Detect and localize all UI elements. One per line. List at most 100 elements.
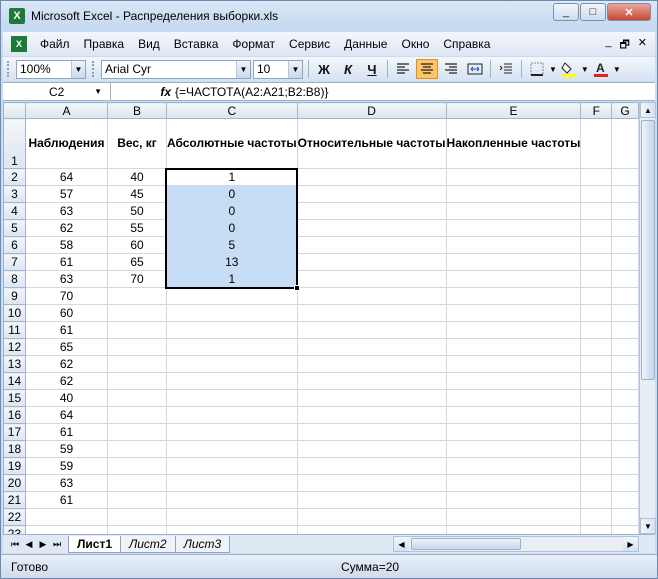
row-header[interactable]: 22 bbox=[3, 508, 26, 526]
cell[interactable] bbox=[296, 253, 447, 271]
cell-c[interactable] bbox=[165, 457, 298, 475]
row-header[interactable]: 12 bbox=[3, 338, 26, 356]
cell[interactable] bbox=[580, 355, 613, 373]
horizontal-scrollbar[interactable]: ◀ ▶ bbox=[393, 536, 639, 552]
cell[interactable] bbox=[445, 287, 582, 305]
cell-b[interactable]: 60 bbox=[107, 236, 167, 254]
cell-a[interactable]: 60 bbox=[24, 304, 109, 322]
borders-button[interactable] bbox=[526, 59, 548, 79]
cell-b[interactable] bbox=[107, 457, 167, 475]
cell-b[interactable] bbox=[107, 423, 167, 441]
cell-c[interactable] bbox=[165, 406, 298, 424]
title-bar[interactable]: X Microsoft Excel - Распределения выборк… bbox=[1, 1, 657, 31]
cell-a[interactable]: 64 bbox=[24, 168, 109, 186]
cell-b[interactable] bbox=[107, 474, 167, 492]
cell[interactable] bbox=[296, 321, 447, 339]
cell-b[interactable]: 50 bbox=[107, 202, 167, 220]
cell[interactable] bbox=[296, 304, 447, 322]
cell-b[interactable] bbox=[107, 321, 167, 339]
name-box[interactable]: C2 ▼ bbox=[3, 83, 111, 100]
cell[interactable] bbox=[296, 168, 447, 186]
cell[interactable] bbox=[445, 508, 582, 526]
cell[interactable] bbox=[611, 253, 639, 271]
chevron-down-icon[interactable]: ▼ bbox=[581, 65, 589, 74]
workbook-icon[interactable]: X bbox=[11, 36, 27, 52]
cell-a[interactable]: 61 bbox=[24, 423, 109, 441]
cell[interactable] bbox=[580, 304, 613, 322]
decrease-indent-button[interactable] bbox=[495, 59, 517, 79]
cell[interactable] bbox=[580, 168, 613, 186]
cell[interactable] bbox=[445, 219, 582, 237]
cell[interactable] bbox=[445, 406, 582, 424]
cell-a[interactable]: 59 bbox=[24, 440, 109, 458]
cell-a[interactable]: 59 bbox=[24, 457, 109, 475]
cell[interactable] bbox=[445, 338, 582, 356]
cell-c[interactable] bbox=[165, 474, 298, 492]
cell-a[interactable] bbox=[24, 508, 109, 526]
doc-minimize-button[interactable]: _ bbox=[605, 36, 611, 55]
cell-c[interactable] bbox=[165, 525, 298, 534]
next-sheet-button[interactable]: ▶ bbox=[37, 539, 49, 550]
font-name-select[interactable]: Arial Cyr ▼ bbox=[101, 59, 251, 79]
cell[interactable] bbox=[611, 338, 639, 356]
minimize-button[interactable]: _ bbox=[553, 3, 579, 21]
cell-a[interactable]: 65 bbox=[24, 338, 109, 356]
scroll-up-button[interactable]: ▲ bbox=[640, 102, 656, 118]
cell-c[interactable] bbox=[165, 389, 298, 407]
cell[interactable] bbox=[580, 321, 613, 339]
cell[interactable] bbox=[611, 118, 639, 169]
insert-function-icon[interactable]: fx bbox=[111, 85, 175, 99]
cell-c[interactable] bbox=[165, 491, 298, 509]
column-header-c[interactable]: C bbox=[165, 102, 298, 119]
tab-sheet3[interactable]: Лист3 bbox=[174, 535, 231, 553]
row-header[interactable]: 19 bbox=[3, 457, 26, 475]
row-header[interactable]: 18 bbox=[3, 440, 26, 458]
prev-sheet-button[interactable]: ◀ bbox=[23, 539, 35, 550]
cell[interactable] bbox=[445, 321, 582, 339]
merge-center-button[interactable] bbox=[464, 59, 486, 79]
cell[interactable] bbox=[445, 270, 582, 288]
cell[interactable] bbox=[611, 236, 639, 254]
cell[interactable] bbox=[445, 423, 582, 441]
cell-b[interactable] bbox=[107, 287, 167, 305]
cell[interactable] bbox=[611, 491, 639, 509]
cell[interactable] bbox=[580, 440, 613, 458]
cell[interactable] bbox=[296, 508, 447, 526]
cell[interactable] bbox=[445, 355, 582, 373]
cell[interactable] bbox=[296, 406, 447, 424]
cell-c[interactable] bbox=[165, 338, 298, 356]
row-header[interactable]: 21 bbox=[3, 491, 26, 509]
cell-a[interactable]: 64 bbox=[24, 406, 109, 424]
cell[interactable] bbox=[611, 287, 639, 305]
row-header[interactable]: 13 bbox=[3, 355, 26, 373]
close-button[interactable]: ✕ bbox=[607, 3, 651, 21]
font-color-button[interactable]: A bbox=[590, 59, 612, 79]
menu-help[interactable]: Справка bbox=[436, 37, 497, 51]
column-header-d[interactable]: D bbox=[296, 102, 447, 119]
cell[interactable] bbox=[296, 389, 447, 407]
cell[interactable] bbox=[445, 185, 582, 203]
menu-tools[interactable]: Сервис bbox=[282, 37, 337, 51]
cell[interactable] bbox=[296, 474, 447, 492]
row-header[interactable]: 20 bbox=[3, 474, 26, 492]
cell[interactable] bbox=[580, 423, 613, 441]
cell-b[interactable] bbox=[107, 440, 167, 458]
cell-a[interactable]: 70 bbox=[24, 287, 109, 305]
zoom-select[interactable]: 100% ▼ bbox=[16, 59, 86, 79]
cell[interactable] bbox=[580, 185, 613, 203]
cell[interactable] bbox=[296, 338, 447, 356]
cell[interactable] bbox=[580, 457, 613, 475]
menu-file[interactable]: Файл bbox=[33, 37, 77, 51]
cell[interactable] bbox=[611, 185, 639, 203]
cell-c[interactable] bbox=[165, 372, 298, 390]
cell[interactable] bbox=[296, 440, 447, 458]
cell-b[interactable]: 65 bbox=[107, 253, 167, 271]
cell-a[interactable]: 40 bbox=[24, 389, 109, 407]
cell[interactable] bbox=[445, 440, 582, 458]
menu-data[interactable]: Данные bbox=[337, 37, 394, 51]
row-header[interactable]: 7 bbox=[3, 253, 26, 271]
header-cell-observations[interactable]: Наблюдения bbox=[24, 118, 109, 169]
cell-b[interactable] bbox=[107, 389, 167, 407]
cell-a[interactable]: 62 bbox=[24, 355, 109, 373]
cell[interactable] bbox=[611, 406, 639, 424]
